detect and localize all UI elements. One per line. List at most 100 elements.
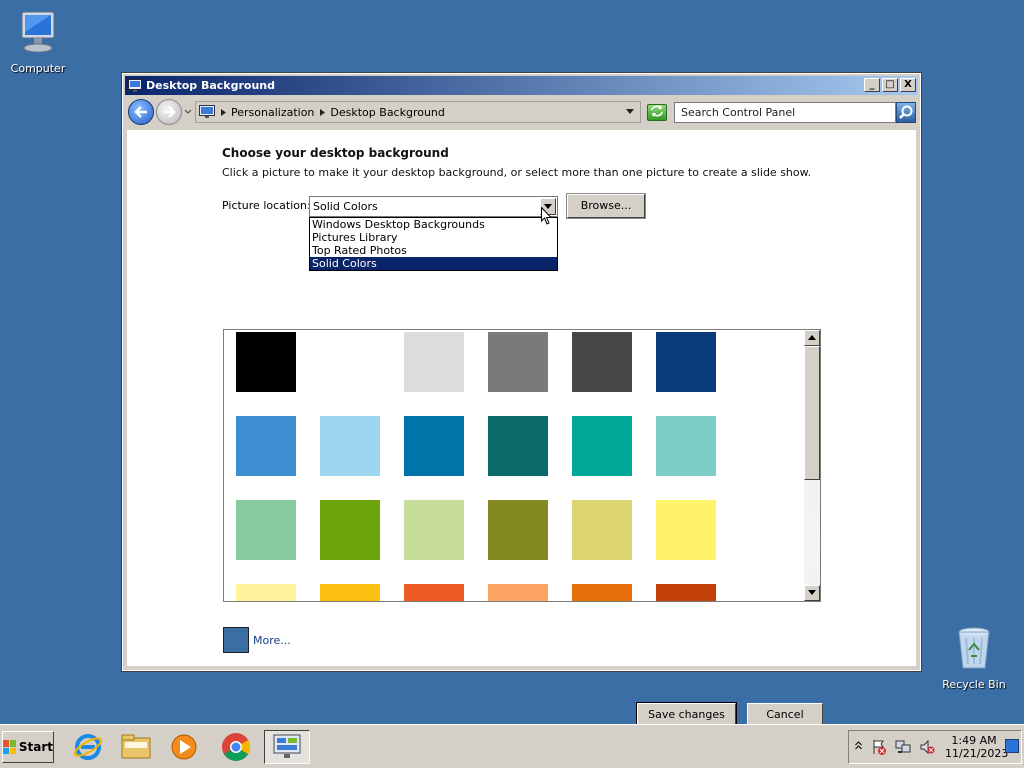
color-swatch[interactable] [572,584,632,601]
page-title: Choose your desktop background [222,146,449,160]
scroll-up-button[interactable] [804,330,820,346]
clock-date: 11/21/2023 [945,747,1009,760]
picture-location-label: Picture location: [222,199,311,212]
picture-location-option[interactable]: Top Rated Photos [310,244,557,257]
color-swatch[interactable] [236,416,296,476]
control-panel-icon [273,734,301,758]
color-swatch[interactable] [320,332,380,392]
more-colors-swatch[interactable] [223,627,249,653]
recent-pages-dropdown[interactable] [184,108,194,117]
color-swatch[interactable] [404,584,464,601]
arrow-right-icon [163,106,176,118]
color-swatch[interactable] [656,500,716,560]
color-swatch[interactable] [572,500,632,560]
more-colors-link[interactable]: More... [253,634,291,647]
color-swatch[interactable] [236,332,296,392]
taskbar-app-control-panel[interactable] [264,730,310,764]
start-label: Start [18,740,53,754]
close-button[interactable]: X [900,78,916,92]
color-swatch[interactable] [488,500,548,560]
browse-button[interactable]: Browse... [566,193,646,219]
scroll-down-button[interactable] [804,585,820,601]
mouse-cursor-icon [541,207,553,225]
forward-button[interactable] [156,99,182,125]
show-hidden-icons-button[interactable] [855,741,862,753]
chevron-down-icon [808,590,816,595]
maximize-button[interactable]: □ [882,78,898,92]
search-button[interactable] [896,102,916,123]
picture-location-options: Windows Desktop Backgrounds Pictures Libr… [309,217,558,271]
media-player-icon [171,734,197,760]
address-bar[interactable]: Personalization Desktop Background [195,101,641,123]
color-swatch[interactable] [320,584,380,601]
breadcrumb-label: Personalization [231,105,315,119]
chevron-right-icon [320,108,326,116]
desktop-background-window: Desktop Background _ □ X Personalization [121,72,922,728]
navigation-bar: Personalization Desktop Background Searc… [125,97,918,127]
breadcrumb-desktop-background[interactable]: Desktop Background [320,106,445,119]
color-swatch[interactable] [320,416,380,476]
color-swatch[interactable] [236,584,296,601]
clock-time: 1:49 AM [951,734,997,747]
network-icon[interactable] [895,739,911,755]
search-icon [899,105,913,119]
refresh-button[interactable] [647,104,667,121]
picture-location-value: Solid Colors [313,200,378,213]
picture-location-option[interactable]: Solid Colors [310,257,557,270]
gallery-scrollbar[interactable] [804,330,820,601]
color-swatch[interactable] [404,500,464,560]
taskbar-app-file-explorer[interactable] [116,730,156,764]
taskbar-app-internet-explorer[interactable] [68,730,108,764]
color-swatch[interactable] [656,332,716,392]
taskbar-app-media-player[interactable] [164,730,204,764]
color-swatch[interactable] [656,416,716,476]
scroll-thumb[interactable] [804,346,820,480]
control-panel-icon [128,79,142,92]
refresh-icon [651,105,663,117]
chevron-up-icon [855,741,862,750]
minimize-button[interactable]: _ [864,78,880,92]
picture-location-option[interactable]: Windows Desktop Backgrounds [310,218,557,231]
color-swatch[interactable] [320,500,380,560]
action-center-flag-icon[interactable] [871,739,887,755]
color-swatch[interactable] [404,332,464,392]
chevron-up-icon [808,335,816,340]
taskbar: Start 1:49 AM 11/21/2023 [0,724,1024,768]
recycle-bin-icon [958,627,990,669]
system-tray: 1:49 AM 11/21/2023 [848,730,1022,764]
chevron-right-icon [221,108,226,116]
title-bar[interactable]: Desktop Background _ □ X [125,76,918,95]
arrow-left-icon [134,106,147,118]
breadcrumb-personalization[interactable]: Personalization [221,106,314,119]
background-gallery [223,329,821,602]
color-swatch[interactable] [236,500,296,560]
system-clock[interactable]: 1:49 AM 11/21/2023 [945,734,1009,760]
color-swatch[interactable] [572,332,632,392]
color-swatch[interactable] [572,416,632,476]
back-button[interactable] [128,99,154,125]
search-input[interactable]: Search Control Panel [674,102,896,123]
taskbar-app-chrome[interactable] [216,730,256,764]
color-swatch[interactable] [404,416,464,476]
computer-icon [21,11,55,53]
chevron-down-icon[interactable] [626,109,634,115]
start-button[interactable]: Start [2,731,54,763]
color-swatch[interactable] [488,332,548,392]
color-swatch[interactable] [488,416,548,476]
show-desktop-button[interactable] [1005,739,1019,753]
chevron-down-icon [184,109,192,114]
breadcrumb-label: Desktop Background [330,105,445,119]
picture-location-option[interactable]: Pictures Library [310,231,557,244]
desktop-icon-recycle-bin[interactable]: Recycle Bin [936,624,1012,691]
file-explorer-icon [121,734,151,759]
windows-logo-icon [3,740,16,754]
color-swatch[interactable] [488,584,548,601]
internet-explorer-icon [73,734,103,760]
picture-location-select[interactable]: Solid Colors [309,196,558,217]
window-title: Desktop Background [146,79,276,92]
page-instructions: Click a picture to make it your desktop … [222,166,812,179]
chrome-icon [222,733,250,761]
color-swatch[interactable] [656,584,716,601]
volume-muted-icon[interactable] [919,739,935,755]
desktop-icon-computer[interactable]: Computer [0,8,76,75]
